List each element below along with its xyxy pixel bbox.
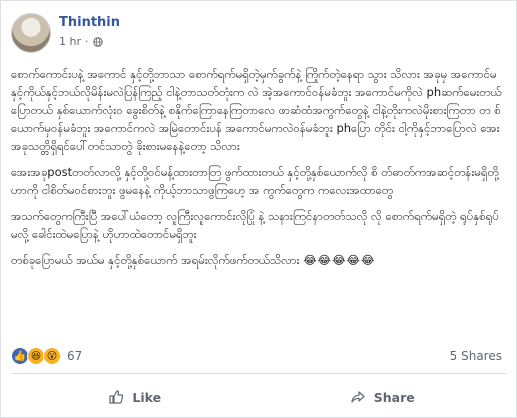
post-card: Thinthin 1 hr · စောက်ကောင်းပနဲ့ အကောင် န… [0,0,517,418]
author-name[interactable]: Thinthin [59,15,120,30]
post-paragraph: အသက်တွေကကြီးပြီ အပေါ်ယံတော့ လူကြီးလူကောင… [11,209,499,241]
divider [11,373,506,374]
avatar[interactable] [11,13,51,53]
laughing-emoji-icon: 😂😂😂😂😂 [303,253,376,267]
post-body: စောက်ကောင်းပနဲ့ အကောင် နှင့်တို့ဘာသာ စော… [11,65,503,277]
post-header: Thinthin 1 hr · [11,11,491,55]
share-arrow-icon [351,391,365,403]
wow-icon: 😮 [43,347,61,365]
reaction-summary[interactable]: 👍 😆 😮 67 [11,347,82,365]
post-time[interactable]: 1 hr [59,35,81,48]
post-paragraph: စောက်ကောင်းပနဲ့ အကောင် နှင့်တို့ဘာသာ စော… [11,67,502,153]
post-paragraph: အေးအခုpostတတ်လာလို့ နှင့်တို့ဝင်မန့်ထားတ… [11,165,499,197]
like-button[interactable]: Like [11,379,259,415]
globe-icon[interactable] [92,36,103,47]
post-paragraph-text: တစ်ခုပြောမယ် အယ်မ နှင့်တို့နှစ်ယောက် အရမ… [11,253,300,267]
action-bar: Like Share [11,379,506,415]
thumbs-up-icon [109,390,124,404]
share-button[interactable]: Share [259,379,507,415]
reaction-count[interactable]: 67 [67,349,82,363]
shares-count[interactable]: 5 Shares [450,349,502,363]
share-label: Share [373,389,415,405]
post-paragraph: တစ်ခုပြောမယ် အယ်မ နှင့်တို့နှစ်ယောက် အရမ… [11,251,503,269]
post-meta: 1 hr · [59,35,103,48]
like-label: Like [132,389,162,405]
